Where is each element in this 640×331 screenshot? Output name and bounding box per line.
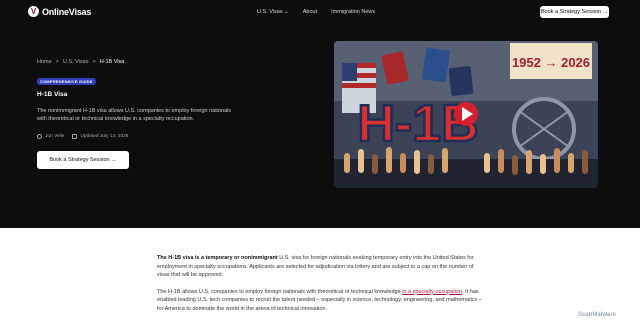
page-title: H-1B Visa xyxy=(37,91,68,98)
years-label: 1952 → 2026 xyxy=(512,55,590,70)
logo[interactable]: V OnlineVisas xyxy=(28,6,91,17)
calendar-icon xyxy=(72,134,78,139)
author-name: Jon Velie xyxy=(45,134,65,139)
paragraph-2-text-a: The H-1B allows U.S. companies to employ… xyxy=(157,288,403,295)
logo-icon: V xyxy=(28,6,39,17)
specialty-occupation-link[interactable]: in a specialty occupation xyxy=(402,289,462,295)
play-icon[interactable] xyxy=(454,102,478,126)
video-thumbnail[interactable]: 1952 → 2026 H-1B xyxy=(334,41,598,188)
article-meta: Jon Velie Updated July 14, 2026 xyxy=(37,134,128,139)
hero-strategy-button[interactable]: Book a Strategy Session → xyxy=(37,151,129,169)
page-description: The nonimmigrant H-1B visa allows U.S. c… xyxy=(37,108,232,122)
breadcrumb: Home > U.S. Visas > H-1B Visa xyxy=(37,59,124,65)
paragraph-2: The H-1B allows U.S. companies to employ… xyxy=(157,288,482,314)
nav-link-immigration-news[interactable]: Immigration News xyxy=(331,9,375,15)
breadcrumb-us-visas[interactable]: U.S. Visas xyxy=(63,59,89,65)
article-body: The H-1B visa is a temporary or nonimmig… xyxy=(157,254,482,321)
updated-date: Updated July 14, 2026 xyxy=(80,134,129,139)
passport-navy xyxy=(448,66,474,96)
nav-link-about[interactable]: About xyxy=(303,9,317,15)
nav-link-us-visas[interactable]: U.S. Visas ⌄ xyxy=(257,9,289,15)
thumbnail-illustration: 1952 → 2026 H-1B xyxy=(334,41,598,188)
watermark-logo: ScanMalware xyxy=(578,312,617,318)
breadcrumb-home[interactable]: Home xyxy=(37,59,52,65)
nav-strategy-button[interactable]: Book a Strategy Session → xyxy=(540,6,609,18)
breadcrumb-current: H-1B Visa xyxy=(99,59,125,65)
breadcrumb-separator: > xyxy=(92,59,96,65)
breadcrumb-separator: > xyxy=(55,59,59,65)
author-icon xyxy=(37,134,42,139)
passport-blue xyxy=(422,47,450,83)
nav-links: U.S. Visas ⌄ About Immigration News xyxy=(257,9,389,15)
top-nav: V OnlineVisas U.S. Visas ⌄ About Immigra… xyxy=(0,0,640,26)
hero-section: V OnlineVisas U.S. Visas ⌄ About Immigra… xyxy=(0,0,640,228)
paragraph-1-bold: The H-1B visa is a temporary or nonimmig… xyxy=(157,255,278,261)
logo-text: OnlineVisas xyxy=(42,6,92,17)
paragraph-1: The H-1B visa is a temporary or nonimmig… xyxy=(157,254,482,280)
guide-badge: COMPREHENSIVE GUIDE xyxy=(37,78,96,85)
